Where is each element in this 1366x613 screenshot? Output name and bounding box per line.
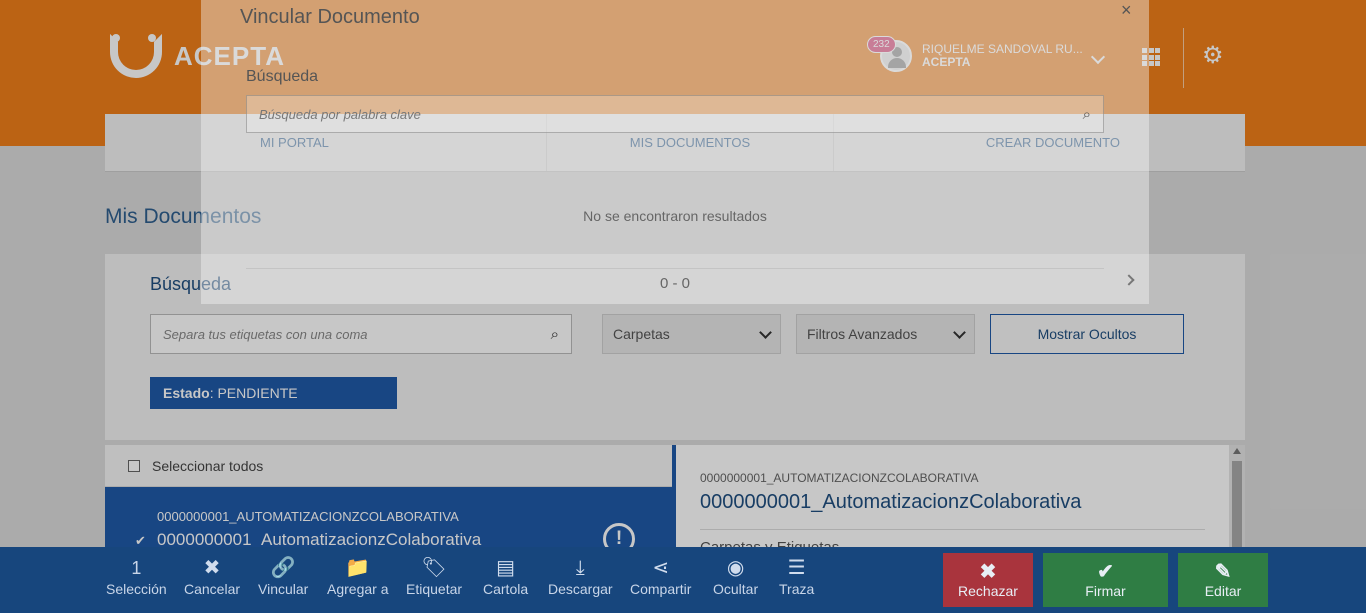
- tool-label: Vincular: [258, 581, 309, 597]
- selection-count: 1: [131, 558, 142, 578]
- tool-label: Cancelar: [184, 581, 241, 597]
- link-button[interactable]: 🔗 Vincular: [258, 555, 308, 597]
- list-icon: ☰: [787, 557, 806, 579]
- download-icon: ⤓: [575, 557, 585, 579]
- modal-title: Vincular Documento: [240, 6, 420, 28]
- cancel-button[interactable]: ✖ Cancelar: [184, 555, 240, 597]
- tool-label: Descargar: [548, 581, 613, 597]
- tool-label: Compartir: [630, 581, 692, 597]
- share-button[interactable]: ⋖ Compartir: [630, 555, 691, 597]
- tag-icon: 🏷: [421, 557, 447, 579]
- check-icon: ✔: [1097, 561, 1114, 583]
- ledger-icon: ▤: [496, 557, 516, 579]
- tag-button[interactable]: 🏷 Etiquetar: [406, 555, 462, 597]
- selection-counter: 1 Selección: [106, 555, 167, 597]
- close-icon: ✖: [979, 561, 997, 583]
- sign-button[interactable]: ✔ Firmar: [1043, 553, 1168, 607]
- pager-range: 0 - 0: [659, 275, 690, 292]
- cartola-button[interactable]: ▤ Cartola: [483, 555, 528, 597]
- selection-label: Selección: [106, 581, 167, 597]
- share-icon: ⋖: [652, 557, 670, 579]
- download-button[interactable]: ⤓ Descargar: [548, 555, 613, 597]
- tool-label: Traza: [779, 581, 815, 597]
- tool-label: Agregar a: [327, 581, 389, 597]
- edit-label: Editar: [1204, 583, 1242, 599]
- modal-search-placeholder: Búsqueda por palabra clave: [259, 106, 421, 122]
- tool-label: Cartola: [483, 581, 529, 597]
- no-results-message: No se encontraron resultados: [583, 208, 767, 224]
- folder-icon: 📁: [345, 557, 371, 579]
- reject-label: Rechazar: [958, 583, 1018, 599]
- pencil-icon: ✎: [1214, 561, 1232, 583]
- modal-search-label: Búsqueda: [246, 68, 319, 85]
- reject-button[interactable]: ✖ Rechazar: [943, 553, 1033, 607]
- divider: [246, 268, 1104, 269]
- trace-button[interactable]: ☰ Traza: [779, 555, 814, 597]
- hide-button[interactable]: ◉ Ocultar: [713, 555, 758, 597]
- tool-label: Ocultar: [713, 581, 759, 597]
- tool-label: Etiquetar: [406, 581, 463, 597]
- modal-search-input[interactable]: Búsqueda por palabra clave ⌕: [246, 95, 1104, 133]
- add-to-button[interactable]: 📁 Agregar a: [327, 555, 388, 597]
- eye-slash-icon: ◉: [726, 557, 745, 579]
- close-icon[interactable]: ×: [1121, 0, 1132, 21]
- close-icon: ✖: [203, 557, 221, 579]
- bottom-action-toolbar: 1 Selección ✖ Cancelar 🔗 Vincular 📁 Agre…: [0, 547, 1366, 613]
- sign-label: Firmar: [1085, 583, 1126, 599]
- edit-button[interactable]: ✎ Editar: [1178, 553, 1268, 607]
- link-document-modal: Vincular Documento × Búsqueda Búsqueda p…: [201, 0, 1149, 304]
- link-icon: 🔗: [270, 557, 296, 579]
- search-icon[interactable]: ⌕: [1083, 106, 1091, 123]
